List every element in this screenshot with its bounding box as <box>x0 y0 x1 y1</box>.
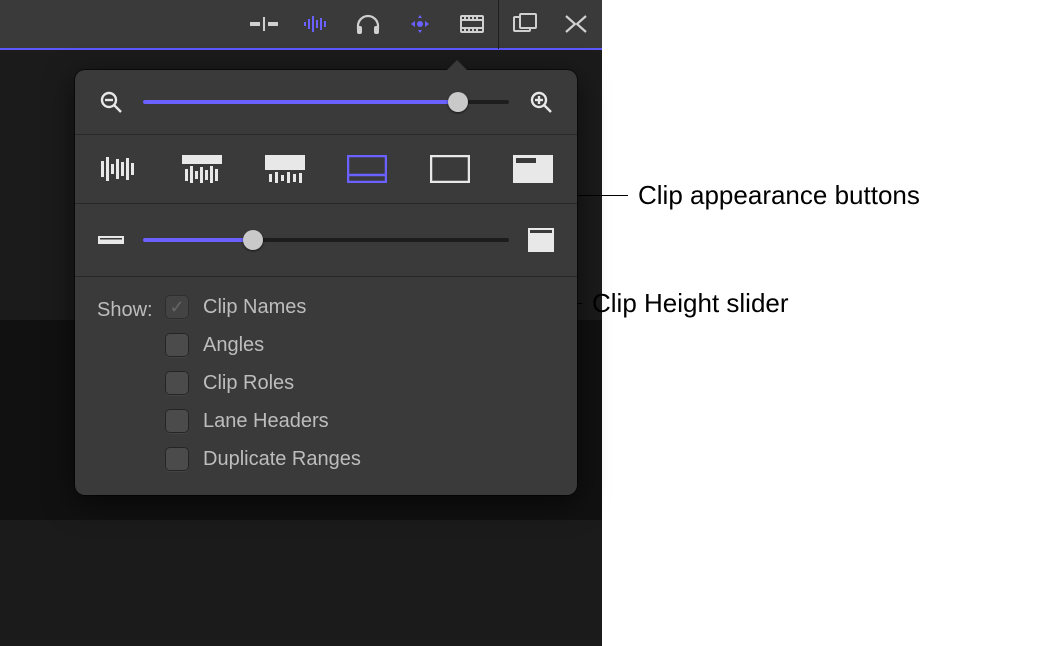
appearance-waveform-large[interactable] <box>180 153 224 185</box>
zoom-out-icon[interactable] <box>97 88 125 116</box>
timeline-toolbar <box>0 0 602 50</box>
show-option-angles[interactable]: Angles <box>165 333 361 357</box>
appearance-waveform-filmstrip[interactable] <box>263 153 307 185</box>
show-label: Show: <box>97 295 165 322</box>
clip-height-large-icon <box>527 226 555 254</box>
show-option-label: Clip Names <box>203 296 306 319</box>
show-option-label: Duplicate Ranges <box>203 448 361 471</box>
callout-label: Clip appearance buttons <box>638 180 920 211</box>
appearance-filmstrip-only[interactable] <box>511 153 555 185</box>
audio-waveform-icon[interactable] <box>290 0 342 49</box>
index-icon[interactable] <box>498 0 550 49</box>
effects-icon[interactable] <box>550 0 602 49</box>
appearance-filmstrip-large[interactable] <box>428 153 472 185</box>
show-option-clip-names[interactable]: ✓ Clip Names <box>165 295 361 319</box>
checkbox-icon <box>165 333 189 357</box>
show-option-lane-headers[interactable]: Lane Headers <box>165 409 361 433</box>
zoom-row <box>75 70 577 135</box>
headphones-icon[interactable] <box>342 0 394 49</box>
clip-appearance-popover: Show: ✓ Clip Names Angles Clip Roles Lan… <box>75 70 577 495</box>
clip-height-small-icon <box>97 226 125 254</box>
clip-height-slider[interactable] <box>143 230 509 250</box>
show-option-clip-roles[interactable]: Clip Roles <box>165 371 361 395</box>
show-option-label: Clip Roles <box>203 372 294 395</box>
show-option-duplicate-ranges[interactable]: Duplicate Ranges <box>165 447 361 471</box>
clip-appearance-icon[interactable] <box>446 0 498 49</box>
checkbox-icon <box>165 371 189 395</box>
show-option-label: Angles <box>203 334 264 357</box>
trim-tool-icon[interactable] <box>238 0 290 49</box>
skimming-icon[interactable] <box>394 0 446 49</box>
clip-appearance-buttons <box>75 135 577 204</box>
zoom-in-icon[interactable] <box>527 88 555 116</box>
show-option-label: Lane Headers <box>203 410 329 433</box>
appearance-waveform-only[interactable] <box>97 153 141 185</box>
checkbox-icon <box>165 447 189 471</box>
clip-height-row <box>75 204 577 277</box>
checkbox-icon: ✓ <box>165 295 189 319</box>
zoom-slider[interactable] <box>143 92 509 112</box>
show-section: Show: ✓ Clip Names Angles Clip Roles Lan… <box>75 277 577 495</box>
callout-label: Clip Height slider <box>592 288 789 319</box>
callout-appearance: Clip appearance buttons <box>570 180 920 211</box>
checkbox-icon <box>165 409 189 433</box>
appearance-filmstrip-waveform[interactable] <box>345 153 389 185</box>
